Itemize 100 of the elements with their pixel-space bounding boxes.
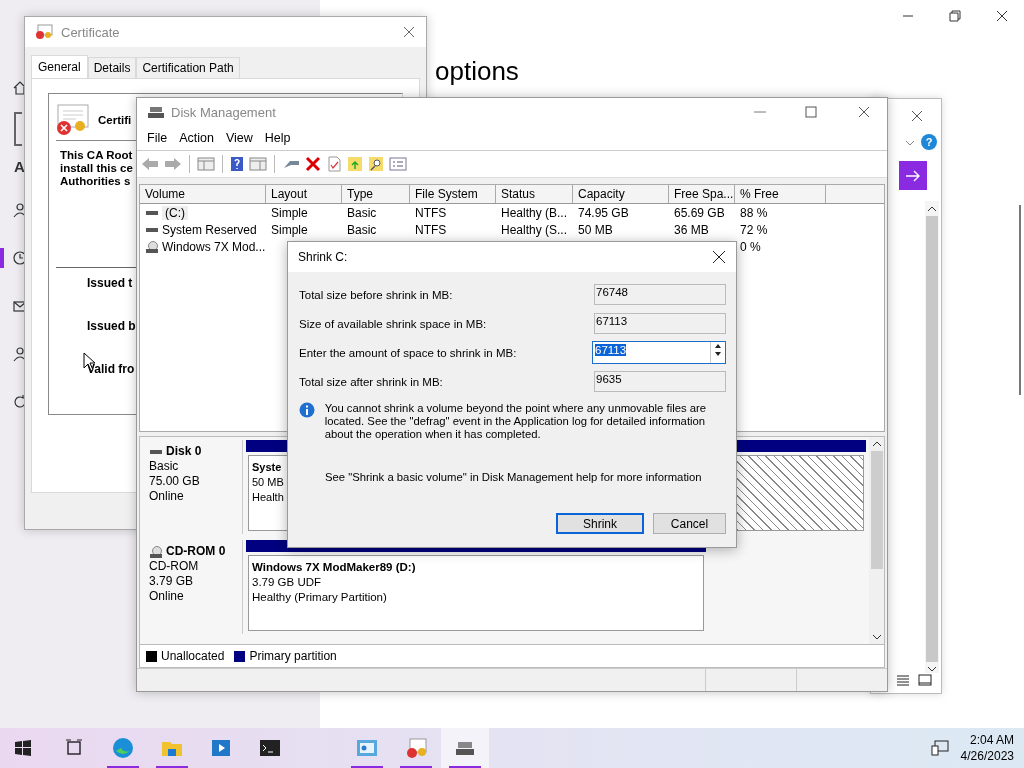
description-line: install this ce [60, 162, 133, 175]
disk-detail: Online [149, 489, 185, 504]
table-cell[interactable]: (C:) [162, 205, 188, 220]
clock-date[interactable]: 4/26/2023 [960, 748, 1014, 764]
table-cell: 88 % [740, 205, 768, 220]
table-cell: Simple [271, 222, 308, 237]
panel-icon[interactable] [197, 156, 215, 172]
table-cell: Simple [271, 205, 308, 220]
window-title: Certificate [61, 24, 120, 40]
column-header[interactable]: Free Spa... [669, 185, 735, 203]
checklist-icon[interactable] [326, 156, 342, 172]
delete-icon[interactable] [305, 156, 321, 172]
sidebar-label: A [13, 158, 25, 177]
column-header[interactable]: % Free [735, 185, 826, 203]
close-icon[interactable] [712, 250, 726, 264]
network-icon[interactable] [930, 740, 949, 756]
disk-detail: CD-ROM [149, 559, 200, 574]
restore-icon[interactable] [949, 10, 961, 22]
table-cell: Basic [347, 205, 377, 220]
disk-name: Disk 0 [166, 444, 202, 459]
close-icon[interactable] [996, 10, 1008, 22]
tab[interactable]: Details [87, 57, 137, 78]
scroll-down-icon[interactable] [927, 665, 937, 673]
scroll-up-icon[interactable] [927, 205, 937, 213]
scrollbar[interactable] [925, 201, 939, 673]
cancel-button[interactable]: Cancel [653, 513, 726, 534]
disk-detail: 3.79 GB [149, 574, 195, 589]
column-header[interactable]: Type [342, 185, 410, 203]
info-icon [299, 402, 315, 418]
go-button[interactable] [899, 161, 927, 190]
folder-up-icon[interactable] [347, 156, 363, 172]
browser-icon [112, 737, 134, 759]
table-cell[interactable]: System Reserved [162, 222, 257, 237]
scroll-up-icon[interactable] [871, 440, 882, 448]
help-button[interactable]: ? [921, 134, 937, 150]
scrollbar[interactable] [1019, 205, 1021, 395]
disk-detail: 75.00 GB [149, 474, 201, 489]
field-label: Size of available shrink space in MB: [299, 317, 487, 330]
column-header[interactable]: File System [410, 185, 496, 203]
spin-up-icon[interactable] [713, 342, 723, 350]
menu-item[interactable]: Help [258, 131, 297, 145]
disk-drive-icon [147, 104, 165, 120]
table-cell[interactable]: Windows 7X Mod... [162, 239, 266, 254]
chevron-icon[interactable] [905, 139, 915, 147]
table-cell: NTFS [415, 222, 447, 237]
disk-detail: Online [149, 589, 185, 604]
menu-item[interactable]: File [141, 131, 174, 145]
menu-item[interactable]: View [219, 131, 259, 145]
panel-icon[interactable] [249, 156, 267, 172]
shrink-button[interactable]: Shrink [556, 513, 644, 534]
field-label: Enter the amount of space to shrink in MB: [299, 346, 517, 359]
table-cell: 36 MB [674, 222, 709, 237]
help-icon[interactable] [230, 156, 244, 172]
certificate-heading: Certifi [98, 114, 132, 126]
column-header[interactable]: Capacity [573, 185, 669, 203]
legend-label: Primary partition [249, 649, 337, 663]
list-view-icon[interactable] [896, 674, 910, 686]
windows-start-icon[interactable] [14, 739, 32, 757]
readonly-field: 67113 [594, 313, 726, 334]
readonly-field: 9635 [594, 371, 726, 392]
partition-detail: Syste [252, 460, 282, 475]
control-panel-icon [356, 737, 378, 759]
close-icon[interactable] [910, 109, 924, 123]
page-heading: options [435, 56, 519, 87]
media-player-icon [210, 737, 232, 759]
column-header[interactable]: Status [496, 185, 573, 203]
menu-item[interactable]: Action [173, 131, 220, 145]
disk-name: CD-ROM 0 [166, 544, 226, 559]
field-label: Issued t [87, 276, 133, 290]
table-cell: NTFS [415, 205, 447, 220]
clock-time[interactable]: 2:04 AM [969, 732, 1014, 748]
description-line: This CA Root [60, 149, 133, 162]
spin-field[interactable]: 67113 [592, 341, 726, 364]
layout-view-icon[interactable] [918, 674, 932, 686]
search-field[interactable] [14, 112, 22, 146]
readonly-field: 76748 [594, 284, 726, 305]
partition-detail: 3.79 GB UDF [252, 575, 322, 590]
folder-search-icon[interactable] [368, 156, 384, 172]
taskbar-button[interactable] [441, 728, 489, 768]
certificate-icon [56, 104, 90, 136]
partition-detail: Windows 7X ModMaker89 (D:) [252, 560, 416, 575]
column-header[interactable]: Layout [266, 185, 342, 203]
spin-down-icon[interactable] [713, 350, 723, 358]
tab[interactable]: Certification Path [136, 57, 240, 78]
partition-detail: Health [252, 490, 284, 505]
tab[interactable]: General [31, 55, 88, 78]
partition-detail: Healthy (Primary Partition) [252, 590, 387, 605]
terminal-icon [259, 737, 281, 759]
cd-drive-icon [149, 545, 163, 558]
scroll-down-icon[interactable] [871, 633, 882, 641]
table-cell: Basic [347, 222, 377, 237]
table-cell: 50 MB [578, 222, 613, 237]
field-label: Total size before shrink in MB: [299, 288, 453, 301]
column-header[interactable]: Volume [140, 185, 266, 203]
table-cell: 74.95 GB [578, 205, 629, 220]
certificate-icon [405, 737, 427, 759]
window-title: Disk Management [171, 104, 276, 120]
table-cell: 65.69 GB [674, 205, 725, 220]
scrollbar[interactable] [869, 437, 884, 644]
certificate-icon [35, 24, 53, 40]
